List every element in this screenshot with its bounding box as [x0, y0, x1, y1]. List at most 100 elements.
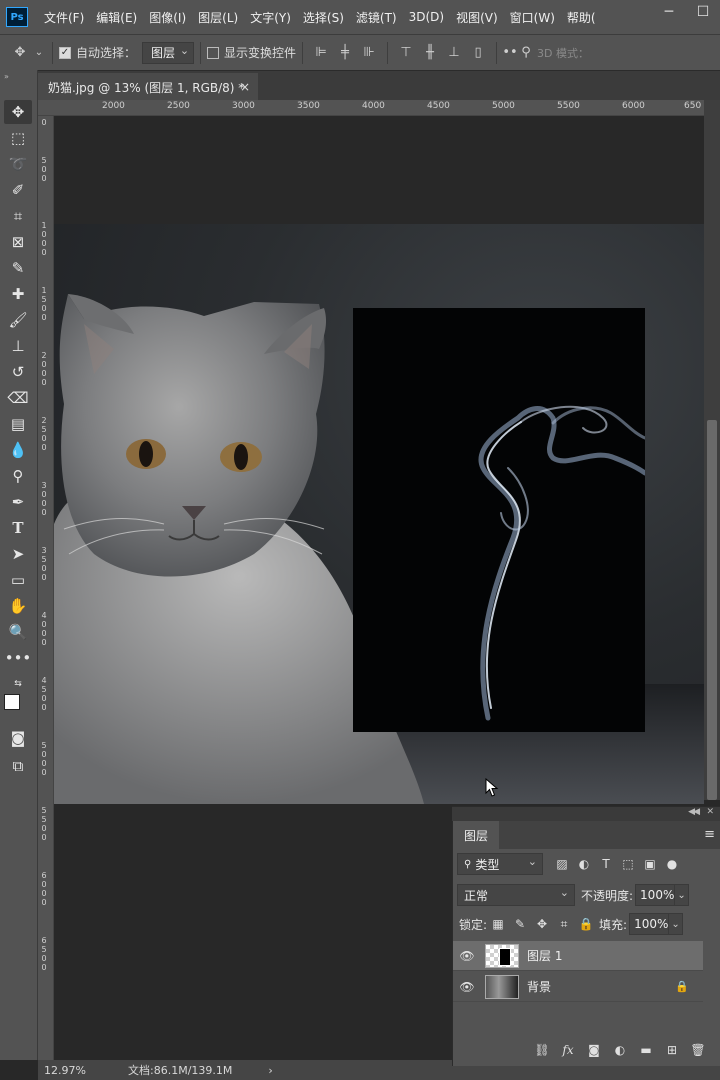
frame-tool-icon[interactable]: ⊠: [4, 230, 32, 254]
marquee-tool-icon[interactable]: ⬚: [4, 126, 32, 150]
foreground-color-swatch[interactable]: [4, 694, 20, 710]
layer-name[interactable]: 图层 1: [527, 947, 562, 964]
minimize-button[interactable]: ─: [652, 0, 686, 24]
menu-layer[interactable]: 图层(L): [192, 9, 244, 26]
collapse-icon[interactable]: ◀◀: [688, 807, 700, 817]
crop-tool-icon[interactable]: ⌗: [4, 204, 32, 228]
new-layer-icon[interactable]: ⊞: [659, 1039, 685, 1061]
align-left-icon[interactable]: ⊫: [309, 41, 333, 65]
quick-mask-icon[interactable]: ◙: [4, 726, 32, 750]
lock-position-icon[interactable]: ✥: [531, 913, 553, 935]
document-tab[interactable]: 奶猫.jpg @ 13% (图层 1, RGB/8) * ×: [38, 73, 258, 101]
eyedropper-tool-icon[interactable]: ✎: [4, 256, 32, 280]
menu-help[interactable]: 帮助(: [561, 9, 602, 26]
lock-artboard-icon[interactable]: ⌗: [553, 913, 575, 935]
lock-image-icon[interactable]: ✎: [509, 913, 531, 935]
search-icon: ⚲: [464, 858, 472, 870]
type-tool-icon[interactable]: T: [4, 516, 32, 540]
quick-select-tool-icon[interactable]: ✐: [4, 178, 32, 202]
menu-type[interactable]: 文字(Y): [244, 9, 297, 26]
layer-row-background[interactable]: 👁 背景 🔒: [453, 972, 703, 1002]
maximize-button[interactable]: ☐: [686, 0, 720, 24]
menu-view[interactable]: 视图(V): [450, 9, 504, 26]
zoom-level[interactable]: 12.97%: [44, 1064, 114, 1077]
scrollbar-thumb[interactable]: [707, 420, 717, 800]
align-bottom-icon[interactable]: ⊥: [442, 41, 466, 65]
canvas-vertical-scrollbar[interactable]: [704, 100, 720, 800]
distribute-icon[interactable]: ▯: [466, 41, 490, 65]
link-layers-icon[interactable]: ⛓: [529, 1039, 555, 1061]
toolbar-expand-icon[interactable]: »: [4, 72, 9, 81]
lock-transparent-icon[interactable]: ▦: [487, 913, 509, 935]
document-size-info[interactable]: 文档:86.1M/139.1M: [128, 1062, 232, 1078]
new-group-icon[interactable]: ▬: [633, 1039, 659, 1061]
gradient-tool-icon[interactable]: ▤: [4, 412, 32, 436]
menu-edit[interactable]: 编辑(E): [90, 9, 143, 26]
filter-toggle-icon[interactable]: ●: [661, 853, 683, 875]
screen-mode-icon[interactable]: ⧉: [4, 754, 32, 778]
menu-image[interactable]: 图像(I): [143, 9, 192, 26]
layer-filter-dropdown[interactable]: ⚲ 类型: [457, 853, 543, 875]
menu-window[interactable]: 窗口(W): [504, 9, 561, 26]
brush-tool-icon[interactable]: 🖌: [4, 308, 32, 332]
ruler-label: 4500: [427, 101, 450, 111]
filter-type-icon[interactable]: T: [595, 853, 617, 875]
dodge-tool-icon[interactable]: ⚲: [4, 464, 32, 488]
filter-adjustment-icon[interactable]: ◐: [573, 853, 595, 875]
filter-shape-icon[interactable]: ⬚: [617, 853, 639, 875]
align-top-icon[interactable]: ⊤: [394, 41, 418, 65]
menu-file[interactable]: 文件(F): [38, 9, 90, 26]
tab-layers[interactable]: 图层: [453, 821, 499, 849]
delete-layer-icon[interactable]: 🗑: [685, 1039, 711, 1061]
zoom-tool-icon[interactable]: 🔍: [4, 620, 32, 644]
eye-icon[interactable]: 👁: [453, 949, 481, 963]
adjustment-layer-icon[interactable]: ◐: [607, 1039, 633, 1061]
panel-collapse-bar[interactable]: ◀◀ ✕: [452, 807, 720, 821]
more-tools-icon[interactable]: •••: [4, 646, 32, 670]
opacity-slider-toggle[interactable]: ⌄: [675, 884, 690, 906]
close-tab-button[interactable]: ×: [240, 80, 250, 94]
path-select-tool-icon[interactable]: ➤: [4, 542, 32, 566]
healing-brush-tool-icon[interactable]: ✚: [4, 282, 32, 306]
search-icon[interactable]: ⚲: [517, 41, 535, 65]
align-right-icon[interactable]: ⊪: [357, 41, 381, 65]
background-image-kitten[interactable]: [54, 224, 704, 804]
auto-select-target-dropdown[interactable]: 图层: [142, 41, 195, 64]
move-tool-icon[interactable]: ✥: [4, 100, 32, 124]
panel-menu-icon[interactable]: ≡: [704, 827, 715, 842]
layer-style-icon[interactable]: fx: [555, 1039, 581, 1061]
history-brush-tool-icon[interactable]: ↺: [4, 360, 32, 384]
close-panel-icon[interactable]: ✕: [706, 807, 714, 817]
blur-tool-icon[interactable]: 💧: [4, 438, 32, 462]
menu-filter[interactable]: 滤镜(T): [350, 9, 403, 26]
more-options-icon[interactable]: ••: [502, 41, 517, 65]
hand-tool-icon[interactable]: ✋: [4, 594, 32, 618]
status-menu-arrow[interactable]: ›: [268, 1064, 272, 1077]
chevron-down-icon[interactable]: ⌄: [32, 41, 46, 65]
fill-slider-toggle[interactable]: ⌄: [669, 913, 684, 935]
swap-colors-icon[interactable]: ⇆: [4, 672, 32, 696]
layer-row-layer-1[interactable]: 👁 图层 1: [453, 941, 703, 971]
eye-icon[interactable]: 👁: [453, 980, 481, 994]
filter-smart-object-icon[interactable]: ▣: [639, 853, 661, 875]
align-hcenter-icon[interactable]: ╪: [333, 41, 357, 65]
filter-pixel-icon[interactable]: ▨: [551, 853, 573, 875]
menu-3d[interactable]: 3D(D): [403, 10, 450, 24]
lasso-tool-icon[interactable]: ➰: [4, 152, 32, 176]
eraser-tool-icon[interactable]: ⌫: [4, 386, 32, 410]
clone-stamp-tool-icon[interactable]: ⊥: [4, 334, 32, 358]
blend-mode-dropdown[interactable]: 正常: [457, 884, 575, 906]
add-mask-icon[interactable]: ◙: [581, 1039, 607, 1061]
move-tool-preset-icon[interactable]: ✥: [8, 41, 32, 65]
pen-tool-icon[interactable]: ✒: [4, 490, 32, 514]
align-vcenter-icon[interactable]: ╫: [418, 41, 442, 65]
layer-1-smoke-image[interactable]: [353, 308, 648, 732]
auto-select-checkbox[interactable]: ✓: [59, 46, 71, 59]
fill-input[interactable]: 100%: [629, 913, 670, 935]
lock-all-icon[interactable]: 🔒: [575, 913, 597, 935]
menu-select[interactable]: 选择(S): [297, 9, 350, 26]
rectangle-tool-icon[interactable]: ▭: [4, 568, 32, 592]
opacity-input[interactable]: 100%: [635, 884, 676, 906]
layer-name[interactable]: 背景: [527, 978, 551, 995]
show-transform-checkbox[interactable]: [207, 46, 220, 59]
